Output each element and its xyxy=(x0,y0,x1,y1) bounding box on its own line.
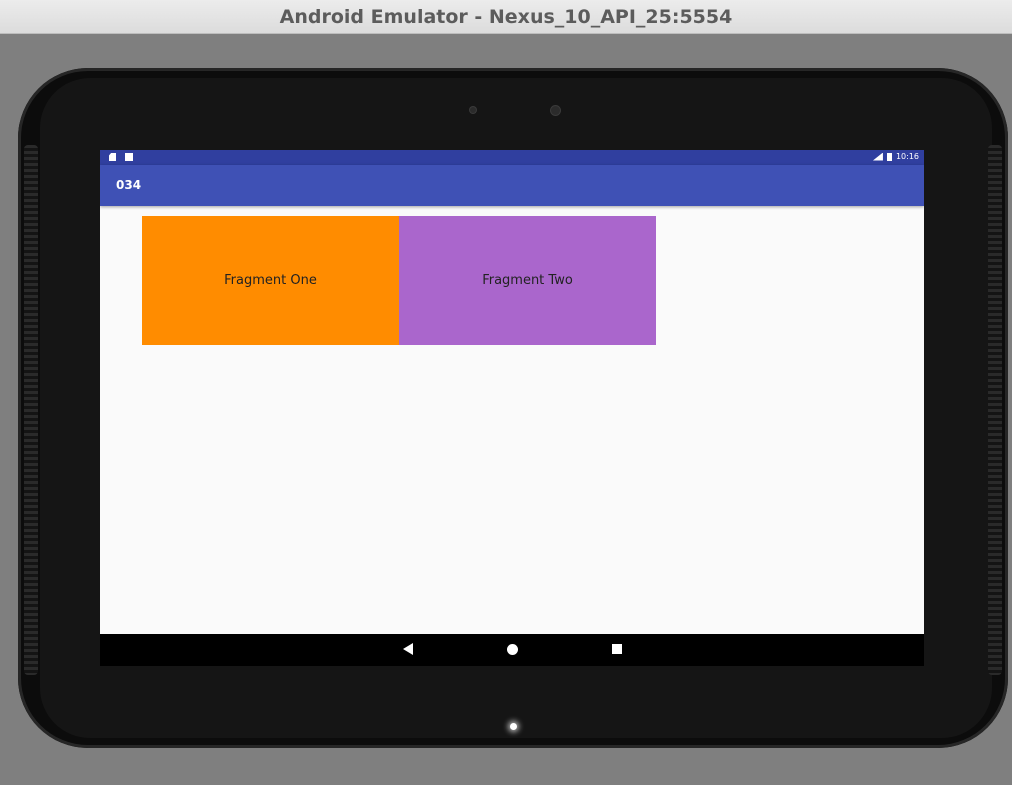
recents-icon[interactable] xyxy=(612,644,622,654)
speaker-grille-right xyxy=(988,145,1002,675)
speaker-grille-left xyxy=(24,145,38,675)
app-title: 034 xyxy=(116,178,142,192)
sensor-icon xyxy=(470,107,476,113)
status-time: 10:16 xyxy=(895,152,919,161)
battery-icon xyxy=(886,152,892,161)
notification-led xyxy=(510,723,517,730)
app-toolbar: 034 xyxy=(100,165,924,206)
home-icon[interactable] xyxy=(507,644,518,655)
front-camera-icon xyxy=(551,106,560,115)
fragment-one-label: Fragment One xyxy=(224,273,317,288)
sd-card-icon xyxy=(109,153,116,161)
signal-icon xyxy=(872,152,883,161)
status-bar: 10:16 xyxy=(100,150,924,165)
android-notification-icon xyxy=(125,153,133,161)
navigation-bar xyxy=(100,634,924,666)
window-titlebar[interactable]: Android Emulator - Nexus_10_API_25:5554 xyxy=(0,0,1012,34)
fragment-one[interactable]: Fragment One xyxy=(142,216,399,345)
fragment-two[interactable]: Fragment Two xyxy=(399,216,656,345)
fragment-two-label: Fragment Two xyxy=(482,273,573,288)
window-title: Android Emulator - Nexus_10_API_25:5554 xyxy=(279,5,733,28)
back-icon[interactable] xyxy=(403,643,413,655)
device-screen: 10:16 034 Fragment One Fragment Two xyxy=(100,150,924,666)
